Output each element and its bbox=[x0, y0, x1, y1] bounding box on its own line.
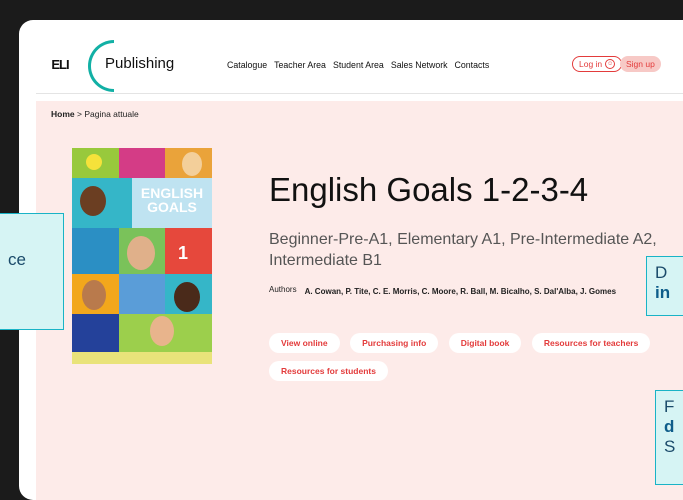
student-photo bbox=[127, 236, 155, 270]
resources-students-button[interactable]: Resources for students bbox=[269, 361, 388, 381]
student-photo bbox=[182, 152, 202, 176]
digital-book-button[interactable]: Digital book bbox=[448, 333, 522, 353]
authors-label: Authors bbox=[269, 285, 297, 294]
student-photo bbox=[150, 316, 174, 346]
breadcrumb-separator: > bbox=[77, 109, 82, 119]
book-title: English Goals 1-2-3-4 bbox=[269, 171, 589, 208]
callout-right2-line1: F bbox=[664, 397, 675, 416]
annotation-callout-right-top: D in bbox=[646, 256, 683, 316]
cover-tile bbox=[165, 228, 212, 274]
cover-title-line1: ENGLISH bbox=[140, 185, 204, 201]
callout-right2-line2: d bbox=[664, 417, 675, 436]
cover-tile bbox=[72, 314, 119, 352]
callout-left-text: ce bbox=[8, 250, 26, 269]
student-photo bbox=[82, 280, 106, 310]
book-cover-image: ENGLISH GOALS 1 bbox=[72, 148, 212, 364]
breadcrumb-home[interactable]: Home bbox=[51, 109, 75, 119]
cover-tile bbox=[119, 148, 165, 178]
nav-student-area[interactable]: Student Area bbox=[333, 60, 384, 70]
signup-button[interactable]: Sign up bbox=[620, 56, 661, 72]
cover-tile bbox=[72, 352, 212, 364]
sun-icon bbox=[86, 154, 102, 170]
action-buttons: View online Purchasing info Digital book… bbox=[269, 333, 683, 389]
browser-screen: ELI Publishing Catalogue Teacher Area St… bbox=[19, 20, 683, 500]
login-label: Log in bbox=[579, 59, 603, 69]
cover-tile bbox=[119, 274, 165, 314]
breadcrumb: Home > Pagina attuale bbox=[51, 109, 139, 119]
callout-right2-line3: S bbox=[664, 437, 676, 456]
callout-right1-line2: in bbox=[655, 283, 671, 302]
nav-contacts[interactable]: Contacts bbox=[455, 60, 490, 70]
book-levels: Beginner-Pre-A1, Elementary A1, Pre-Inte… bbox=[269, 231, 657, 269]
cover-tile bbox=[72, 228, 119, 274]
callout-right1-line1: D bbox=[655, 263, 668, 282]
cover-title: ENGLISH GOALS bbox=[132, 186, 212, 214]
purchasing-info-button[interactable]: Purchasing info bbox=[350, 333, 439, 353]
authors-row: Authors A. Cowan, P. Tite, C. E. Morris,… bbox=[269, 285, 635, 298]
login-button[interactable]: Log in ☺ bbox=[572, 56, 623, 72]
cover-level-number: 1 bbox=[178, 243, 189, 263]
student-photo bbox=[174, 282, 200, 312]
nav-sales-network[interactable]: Sales Network bbox=[391, 60, 448, 70]
nav-teacher-area[interactable]: Teacher Area bbox=[274, 60, 326, 70]
resources-teachers-button[interactable]: Resources for teachers bbox=[531, 333, 651, 353]
breadcrumb-current: Pagina attuale bbox=[84, 109, 139, 119]
student-photo bbox=[80, 186, 106, 216]
user-icon: ☺ bbox=[605, 59, 616, 69]
logo-text[interactable]: Publishing bbox=[105, 55, 174, 72]
annotation-callout-left: ce bbox=[0, 213, 64, 330]
view-online-button[interactable]: View online bbox=[269, 333, 340, 353]
eli-logo-icon[interactable]: ELI bbox=[49, 53, 71, 75]
book-detail-section: Home > Pagina attuale ENGLISH GOALS 1 En… bbox=[36, 101, 683, 500]
cover-title-line2: GOALS bbox=[147, 199, 197, 215]
header-divider bbox=[36, 93, 683, 94]
nav-catalogue[interactable]: Catalogue bbox=[227, 60, 267, 70]
authors-names: A. Cowan, P. Tite, C. E. Morris, C. Moor… bbox=[304, 287, 617, 296]
main-nav: Catalogue Teacher Area Student Area Sale… bbox=[227, 60, 496, 70]
annotation-callout-right-bottom: F d S bbox=[655, 390, 683, 485]
